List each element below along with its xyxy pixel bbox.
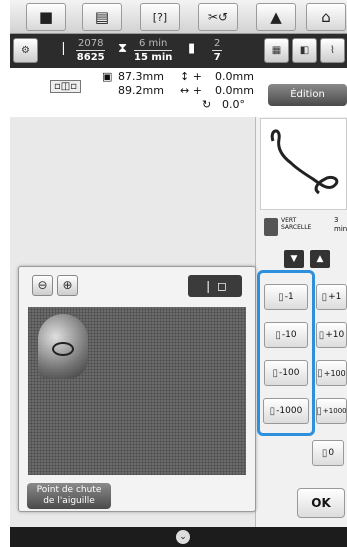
needle-forward-1000-button[interactable]: ▯ +1000: [316, 398, 347, 424]
design-width: 87.3mm: [118, 70, 164, 83]
thread-name-line1: VERT: [281, 217, 297, 224]
needle-drop-label-line1: Point de chute: [36, 485, 102, 495]
ok-button[interactable]: OK: [297, 488, 345, 518]
time-counter: 6 min 15 min: [134, 37, 173, 64]
needle-start-label: 0: [328, 448, 335, 458]
rotation-angle: 0.0°: [222, 98, 245, 111]
stitch-counter: 2078 8625: [76, 37, 106, 64]
machine-icon: ⚙: [13, 38, 38, 63]
needle-icon: ❘: [58, 41, 69, 56]
thread-name-line2: SARCELLE: [281, 224, 312, 231]
needle-back-highlight: [257, 270, 315, 436]
wlan-icon[interactable]: ⌇: [320, 38, 345, 63]
needle-drop-point-button[interactable]: Point de chute de l'aiguille: [27, 483, 111, 509]
frame-icon: ▫◫▫: [50, 80, 82, 93]
offset-vertical: 0.0mm: [215, 70, 254, 83]
help-icon[interactable]: [?]: [140, 3, 180, 31]
needle-icon: ▯: [321, 291, 328, 303]
page-icon[interactable]: ▤: [82, 3, 122, 31]
horizontal-move-icon: ↔ +: [180, 84, 202, 97]
design-preview: [260, 118, 347, 210]
needle-forward-1-label: +1: [328, 292, 342, 302]
needle-icon: ▯: [316, 405, 322, 417]
time-total: 15 min: [134, 52, 173, 63]
design-thumbnail: [270, 129, 339, 195]
arrow-down-icon[interactable]: ▼: [284, 250, 304, 268]
needle-position-marker: [52, 342, 74, 356]
needle-forward-100-label: +100: [323, 368, 346, 378]
offset-horizontal: 0.0mm: [215, 84, 254, 97]
needle-forward-10-button[interactable]: ▯ +10: [316, 322, 347, 348]
needle-forward-1-button[interactable]: ▯ +1: [316, 284, 347, 310]
needle-drop-label-line2: de l'aiguille: [43, 496, 95, 506]
arrow-up-icon[interactable]: ▲: [310, 250, 330, 268]
edition-button[interactable]: Édition: [268, 84, 347, 106]
rotate-icon: ↻: [202, 98, 212, 111]
color-counter: 2 7: [212, 37, 223, 64]
needle-forward-1000-label: +1000: [322, 407, 347, 415]
vertical-move-icon: ↕ +: [180, 70, 202, 83]
needle-start-button[interactable]: ▯ 0: [312, 440, 344, 466]
layout-icon[interactable]: ▦: [264, 38, 289, 63]
home-icon[interactable]: ⌂: [306, 3, 346, 31]
stitch-current: 2078: [76, 38, 106, 51]
thread-time-value: 3: [334, 216, 339, 224]
size-icon: ▣: [102, 70, 113, 83]
zoom-in-icon[interactable]: ⊕: [57, 275, 78, 296]
color-current: 2: [212, 38, 223, 51]
color-total: 7: [213, 52, 221, 63]
status-bar: ⚙ ❘ 2078 8625 ⧗ 6 min 15 min ▮ 2 7 ▦ ◧ ⌇: [10, 34, 347, 68]
top-toolbar: ■ ▤ [?] ✂↺ ▲ ⌂: [10, 0, 347, 34]
zoom-out-icon[interactable]: ⊖: [32, 275, 53, 296]
stitch-total: 8625: [76, 52, 105, 63]
thread-spool-icon: [264, 218, 278, 236]
thread-trim-icon[interactable]: ✂↺: [198, 3, 238, 31]
thread-time: 3 min: [334, 216, 347, 234]
color-icon[interactable]: ◧: [292, 38, 317, 63]
needle-forward-10-label: +10: [325, 330, 345, 340]
needle-icon: ▯: [321, 447, 328, 459]
needle-forward-100-button[interactable]: ▯ +100: [316, 360, 347, 386]
time-current: 6 min: [134, 37, 173, 51]
camera-view-button[interactable]: ❘ ◻: [188, 275, 242, 297]
chevron-down-icon[interactable]: ⌄: [176, 530, 190, 544]
lock-icon[interactable]: ▲: [256, 3, 296, 31]
needle-icon: ▯: [318, 329, 325, 341]
design-height: 89.2mm: [118, 84, 164, 97]
thread-name: VERT SARCELLE: [281, 217, 321, 231]
spool-icon: ▮: [188, 41, 196, 56]
needle-icon: ▯: [317, 367, 323, 379]
hourglass-icon: ⧗: [118, 41, 128, 56]
thread-time-unit: min: [334, 225, 347, 233]
camera-icon[interactable]: ■: [26, 3, 66, 31]
